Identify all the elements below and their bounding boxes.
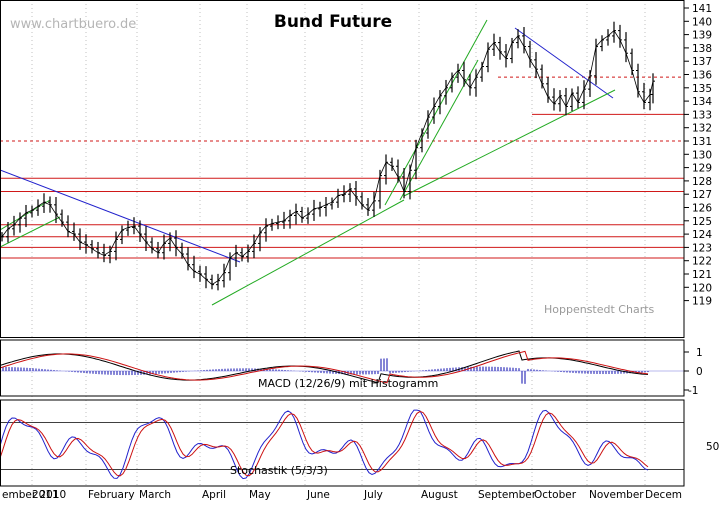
y-tick-label: 139 — [692, 30, 712, 42]
y-tick-label: 130 — [692, 149, 712, 161]
y-tick-label: 137 — [692, 56, 712, 68]
trend-line — [384, 19, 488, 206]
credit-text: Hoppenstedt Charts — [544, 303, 655, 316]
main-panel-frame — [0, 0, 685, 338]
y-tick-label: 133 — [692, 109, 712, 121]
y-tick-label: 123 — [692, 242, 712, 254]
y-tick-label: 132 — [692, 123, 712, 135]
x-tick-label: March — [139, 489, 171, 501]
x-tick-label: August — [421, 489, 458, 501]
x-tick-label: 2011 — [32, 489, 59, 501]
y-tick-label: 135 — [692, 83, 712, 95]
trend-line — [0, 216, 61, 248]
trend-line — [403, 89, 616, 197]
y-tick-label: 141 — [692, 3, 712, 15]
x-tick-label: Decem — [645, 489, 682, 501]
x-tick-label: February — [88, 489, 135, 501]
chart-root: 1 0 -1 50 141 140 139 138 137 136 135 134 133 132 13… — [0, 0, 723, 502]
bund-future-chart: 10-1 50 14114013913813713613513413313213… — [0, 0, 719, 501]
y-tick-label: 134 — [692, 96, 712, 108]
trend-line — [399, 59, 479, 201]
macd-tick-label: 1 — [696, 347, 703, 359]
x-tick-label: May — [249, 489, 271, 501]
x-tick-label: June — [306, 489, 330, 501]
macd-tick-label: 0 — [696, 366, 703, 378]
y-tick-label: 121 — [692, 269, 712, 281]
chart-title: Bund Future — [274, 12, 392, 32]
y-tick-label: 136 — [692, 70, 712, 82]
x-tick-label: April — [202, 489, 226, 501]
y-tick-label: 125 — [692, 216, 712, 228]
macd-label: MACD (12/26/9) mit Histogramm — [258, 377, 438, 390]
y-tick-label: 129 — [692, 163, 712, 175]
y-tick-label: 140 — [692, 16, 712, 28]
stoch-panel-frame — [0, 399, 685, 487]
x-tick-label: July — [363, 489, 383, 501]
stoch-label: Stochastik (5/3/3) — [230, 464, 328, 477]
y-tick-label: 128 — [692, 176, 712, 188]
x-tick-label: September — [478, 489, 537, 501]
x-tick-label: October — [534, 489, 577, 501]
trend-line — [0, 169, 241, 263]
stoch-tick-label: 50 — [706, 441, 719, 453]
y-tick-label: 120 — [692, 282, 712, 294]
y-tick-label: 124 — [692, 229, 712, 241]
y-tick-label: 126 — [692, 203, 712, 215]
y-tick-label: 119 — [692, 296, 712, 308]
watermark-text: www.chartbuero.de — [10, 17, 136, 32]
y-tick-label: 127 — [692, 189, 712, 201]
macd-tick-label: -1 — [688, 385, 698, 397]
price-close-line — [1, 29, 654, 286]
y-tick-label: 122 — [692, 256, 712, 268]
x-tick-label: November — [589, 489, 644, 501]
y-tick-label: 131 — [692, 136, 712, 148]
y-tick-label: 138 — [692, 43, 712, 55]
